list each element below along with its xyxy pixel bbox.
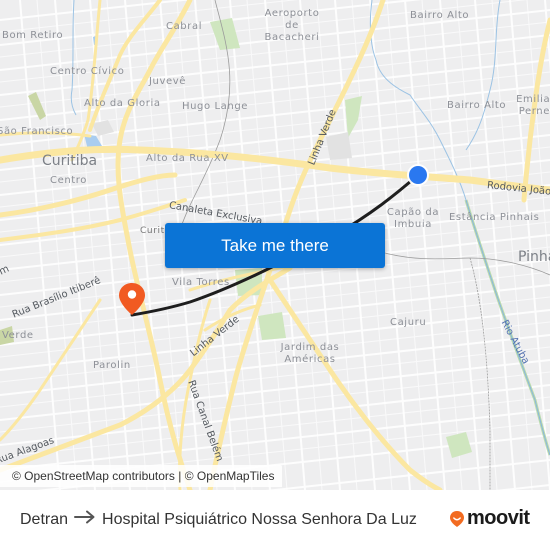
place-label-bairro-alto-s: Bairro Alto [447,100,507,111]
moovit-pin-icon [450,510,464,527]
origin-marker[interactable] [406,163,430,192]
place-label-jardim-das-americas: Jardim das Américas [280,342,340,365]
place-label-aeroporto: Aeroporto de Bacacheri [264,8,320,43]
place-label-capao-da-imbuia: Capão da Imbuia [386,207,440,230]
route-title: Detran Hospital Psiquiátrico Nossa Senho… [20,510,417,529]
place-label-bairro-alto-n: Bairro Alto [410,10,470,21]
place-label-hugo-lange: Hugo Lange [182,101,249,112]
place-label-vila-torres: Vila Torres [172,277,230,288]
place-label-juveve: Juvevê [149,76,187,87]
place-label-bom-retiro: Bom Retiro [2,30,64,41]
destination-name: Hospital Psiquiátrico Nossa Senhora Da L… [102,510,417,528]
map[interactable]: Bairro Alto Aeroporto de Bacacheri Cabra… [0,0,550,490]
place-label-sao-francisco: São Francisco [0,126,74,137]
place-label-centro: Centro [50,175,88,186]
origin-dot-icon [407,164,429,186]
origin-name: Detran [20,510,69,528]
place-label-alto-da-rua-xv: Alto da Rua XV [146,153,229,164]
map-attribution[interactable]: © OpenStreetMap contributors | © OpenMap… [0,465,283,487]
place-label-alto-da-gloria: Alto da Gloria [84,98,161,109]
arrow-right-icon [74,510,96,529]
place-label-emiliano-perneta: Emiliano Perneta [516,94,550,117]
footer-bar: Detran Hospital Psiquiátrico Nossa Senho… [0,490,550,550]
place-label-cajuru: Cajuru [390,317,427,328]
moovit-logo[interactable]: moovit [449,507,530,530]
place-label-pinhais: Pinhais [518,249,550,265]
place-label-cabral: Cabral [166,21,203,32]
place-label-centro-civico: Centro Cívico [50,66,125,77]
destination-marker[interactable] [117,281,147,322]
place-label-estancia-pinhais: Estância Pinhais [449,212,540,223]
moovit-wordmark: moovit [467,507,530,529]
place-label-curitiba: Curitiba [42,153,98,169]
place-label-parolin: Parolin [93,360,131,371]
take-me-there-button[interactable]: Take me there [165,223,385,268]
place-label-verde: Verde [2,330,34,341]
map-pin-icon [119,283,145,315]
